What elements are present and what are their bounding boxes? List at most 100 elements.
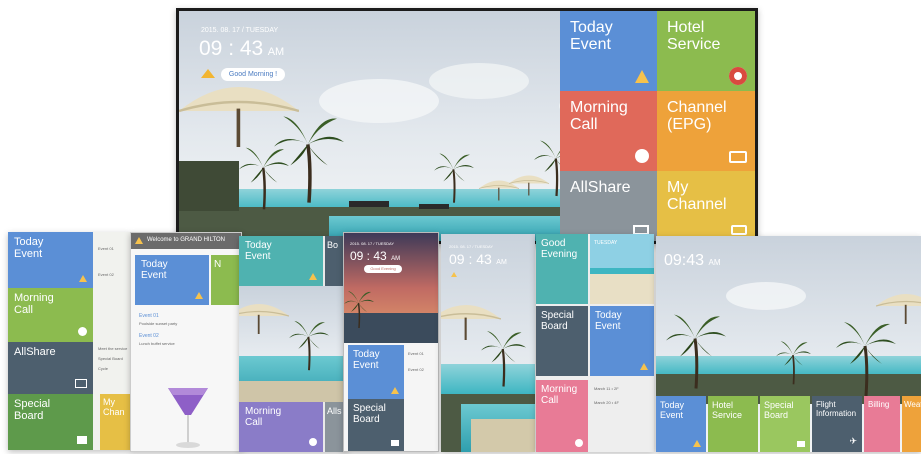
tile-today-event[interactable]: Today Event — [348, 345, 404, 399]
tile-special-board[interactable]: Special Board — [8, 394, 93, 450]
cocktail-image — [168, 388, 208, 448]
tile-today-event[interactable]: Today Event — [239, 236, 323, 286]
party-hat-icon — [451, 272, 457, 277]
date: 2015. 08. 17 / TUESDAY — [350, 241, 395, 246]
clock-icon — [309, 438, 317, 446]
share-icon — [75, 379, 87, 388]
tile-label: Morning Call — [570, 99, 628, 134]
tile-today-event[interactable]: Today Event — [135, 255, 209, 305]
tile-next[interactable]: N — [211, 255, 241, 305]
event-2: Event 02 — [408, 367, 424, 372]
tile-morning-call[interactable]: Morning Call — [560, 91, 657, 171]
screen-2: Welcome to GRAND HILTON Today Event N Ev… — [130, 232, 242, 452]
tile-label: Special Board — [14, 398, 51, 422]
tile-label: Morning Call — [14, 292, 54, 316]
tile-label: Morning Call — [245, 406, 282, 428]
main-tv-clock: 09 : 43 — [199, 37, 264, 60]
tile-today-event[interactable]: Today Event — [656, 396, 706, 452]
tile-label: N — [214, 259, 222, 270]
tile-channel-epg[interactable]: Channel (EPG) — [657, 91, 755, 171]
party-hat-icon — [195, 292, 203, 299]
screen-4: 2015. 08. 17 / TUESDAY 09 : 43 AM Good E… — [343, 232, 439, 452]
tile-good-evening[interactable]: Good Evening — [536, 234, 588, 304]
date: 2015. 08. 17 / TUESDAY — [449, 244, 494, 249]
side-text-5: Cycle — [98, 366, 109, 371]
tile-label: Channel (EPG) — [667, 99, 727, 134]
tile-billing[interactable]: Billing — [864, 396, 900, 452]
tile-label: Good Evening — [541, 238, 578, 260]
tile-morning-call[interactable]: Morning Call — [8, 288, 93, 342]
tile-label: Flight Information — [816, 400, 857, 418]
clock-icon — [635, 149, 649, 163]
tile-label: AllShare — [570, 179, 631, 196]
event-1-title: Event 01 — [139, 313, 159, 319]
tile-special-board[interactable]: Special Board — [536, 306, 588, 376]
party-hat-icon — [640, 363, 648, 370]
tile-special-board[interactable]: Special Board — [760, 396, 810, 452]
ampm: AM — [391, 256, 401, 262]
pool-image — [239, 286, 347, 402]
screen-1: Today Event Morning Call AllShare Specia… — [8, 232, 130, 450]
ampm: AM — [708, 258, 721, 267]
time: 09 : 43 AM — [350, 247, 400, 265]
tile-label: Special Board — [764, 400, 794, 420]
tile-flight-information[interactable]: Flight Information ✈ — [812, 396, 862, 452]
side-text-3: Meet the service — [98, 346, 128, 351]
tile-my-channel[interactable]: My Channel — [657, 171, 755, 241]
tile-label: Weather — [904, 400, 921, 409]
main-tv-date: 2015. 08. 17 / TUESDAY — [201, 27, 279, 34]
party-hat-icon — [635, 70, 649, 83]
tile-label: Today Event — [660, 400, 685, 420]
tv-icon — [731, 225, 747, 235]
tile-hotel-service[interactable]: Hotel Service — [657, 11, 755, 91]
tile-label: Today Event — [14, 236, 44, 260]
clock: 09:43 — [664, 252, 705, 269]
screen-7: 09:43 AM Today Event Hotel Service Speci… — [656, 236, 921, 452]
tile-today-event[interactable]: Today Event — [8, 232, 93, 288]
event-1: Event 01 — [408, 351, 424, 356]
screen-6: Good Evening TUESDAY Special Board Today… — [536, 234, 654, 452]
tile-label: AllShare — [14, 346, 56, 358]
schedule-2: March 20 • 4F — [594, 400, 619, 405]
event-2-title: Event 02 — [139, 333, 159, 339]
tile-my-channel[interactable]: My Chan — [100, 394, 130, 450]
schedule-1: March 11 • 2F — [594, 386, 619, 391]
screen-5: 2015. 08. 17 / TUESDAY 09 : 43 AM — [441, 234, 535, 452]
party-hat-icon — [79, 275, 87, 282]
side-text-1: Event 01 — [98, 246, 114, 251]
side-text-2: Event 02 — [98, 272, 114, 277]
party-hat-icon — [201, 69, 215, 78]
tile-morning-call[interactable]: Morning Call — [239, 402, 323, 452]
tile-today-event[interactable]: Today Event — [560, 11, 657, 91]
tile-today-event[interactable]: Today Event — [590, 306, 654, 376]
clock: 09 : 43 — [350, 249, 387, 263]
welcome-bar: Welcome to GRAND HILTON — [131, 233, 241, 249]
airplane-icon: ✈ — [849, 436, 857, 446]
event-1-desc: Poolside sunset party — [139, 321, 178, 326]
clock-icon — [78, 327, 87, 336]
side-text-4: Special Board — [98, 356, 123, 361]
tile-label: Today Event — [595, 310, 622, 332]
tile-label: Hotel Service — [667, 19, 721, 54]
greeting-pill: Good Evening — [364, 265, 402, 273]
tile-allshare[interactable]: AllShare — [8, 342, 93, 394]
tile-special-board[interactable]: Special Board — [348, 399, 404, 451]
ampm: AM — [496, 259, 507, 266]
tile-label: Special Board — [353, 403, 386, 425]
tile-hotel-service[interactable]: Hotel Service — [708, 396, 758, 452]
tile-morning-call[interactable]: Morning Call — [536, 380, 588, 452]
tile-allshare[interactable]: AllShare — [560, 171, 657, 241]
event-2-desc: Lunch buffet service — [139, 341, 175, 346]
party-hat-icon — [693, 440, 701, 447]
main-tv-screen: 2015. 08. 17 / TUESDAY 09 : 43 AM Good M… — [176, 8, 758, 244]
main-tv-time: 09 : 43 AM — [199, 37, 284, 61]
party-hat-icon — [391, 387, 399, 394]
tv-icon — [729, 151, 747, 163]
party-hat-icon — [309, 273, 317, 280]
party-hat-icon — [135, 237, 143, 244]
tile-label: Billing — [868, 400, 890, 409]
tile-weather[interactable]: Weather — [902, 396, 921, 452]
tile-label: Today Event — [245, 240, 272, 262]
clock: 09 : 43 — [449, 251, 492, 267]
tile-label: Hotel Service — [712, 400, 743, 420]
